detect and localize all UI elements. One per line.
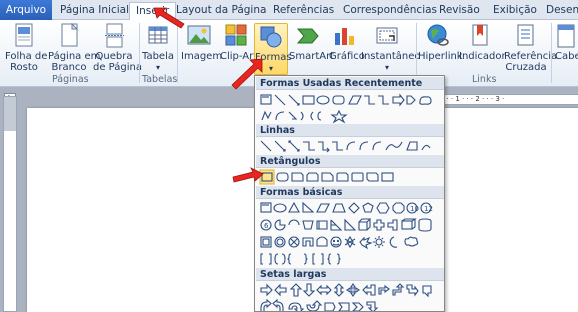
recent-shapes-row-1[interactable]	[259, 92, 443, 108]
smartart-label: SmartArt	[289, 51, 335, 62]
group-label-links: Links	[472, 74, 497, 85]
tab-desenvolvedor[interactable]: Desenv	[546, 2, 578, 20]
pagina-em-branco-button[interactable]: Página em Branco	[48, 23, 101, 73]
red-arrow-inserir-annotation	[153, 7, 185, 29]
hiperlink-button[interactable]: Hiperlink	[418, 23, 463, 62]
block-arrows-icons-2[interactable]	[259, 299, 443, 312]
referencia-cruzada-button[interactable]: Referência Cruzada	[504, 23, 558, 73]
shapes-icon	[260, 26, 282, 48]
basic-shapes-row-4[interactable]	[259, 251, 443, 267]
cabecalho-button[interactable]: Cabe	[555, 23, 578, 62]
basic-shapes-icons-2[interactable]: 6	[259, 217, 443, 233]
section-header-recentes: Formas Usadas Recentemente	[256, 77, 444, 90]
section-header-setas-largas: Setas largas	[256, 268, 444, 281]
horizontal-ruler[interactable]: · · · 1 · · · 2 · · · 3 ·	[442, 94, 578, 105]
header-icon	[557, 24, 575, 48]
lines-row[interactable]	[259, 138, 443, 154]
tab-correspondencias[interactable]: Correspondências	[343, 2, 437, 20]
quebra-de-pagina-label-2: de Página	[93, 62, 142, 73]
red-arrow-formas-annotation	[231, 58, 263, 90]
block-arrows-icons-1[interactable]	[259, 282, 443, 298]
vertical-ruler-margin	[4, 97, 16, 131]
recent-shapes-row-2[interactable]	[259, 108, 443, 124]
tab-revisao[interactable]: Revisão	[439, 2, 480, 20]
recent-shapes-icons[interactable]	[259, 92, 443, 108]
basic-shapes-icons-3[interactable]	[259, 234, 443, 250]
group-divider	[139, 23, 140, 83]
grafico-label: Gráfico	[329, 51, 365, 62]
pagina-em-branco-label-2: Branco	[51, 62, 87, 73]
section-header-retangulos: Retângulos	[256, 155, 444, 168]
basic-shapes-row-2[interactable]: 6	[259, 217, 443, 233]
tabela-dropdown-icon: ▾	[155, 63, 160, 72]
folha-de-rosto-button[interactable]: Folha de Rosto	[5, 23, 48, 73]
ribbon-tab-bar: Arquivo Página Inicial Inserir Layout da…	[0, 0, 578, 21]
cover-page-icon	[15, 23, 33, 47]
svg-text:10: 10	[410, 205, 419, 213]
tab-arquivo[interactable]: Arquivo	[0, 0, 52, 20]
cross-reference-icon	[517, 24, 534, 46]
imagem-label: Imagem	[181, 51, 223, 62]
group-divider	[177, 23, 178, 83]
page-break-icon	[105, 23, 124, 48]
tabela-button[interactable]: Tabela ▾	[142, 23, 174, 73]
recent-shapes-icons-2[interactable]	[259, 108, 443, 124]
block-arrows-row-2[interactable]	[259, 299, 443, 312]
quebra-de-pagina-label-1: Quebra	[95, 51, 133, 62]
instantaneo-label: Instantâneo	[361, 51, 421, 62]
shapes-gallery: Formas Usadas Recentemente Linhas Retâng…	[254, 75, 445, 312]
pagina-em-branco-label-1: Página em	[48, 51, 101, 62]
folha-de-rosto-label-2: Rosto	[10, 62, 38, 73]
section-header-formas-basicas: Formas básicas	[256, 186, 444, 199]
chart-icon	[335, 28, 354, 45]
instantaneo-dropdown-icon: ▾	[384, 63, 389, 72]
smartart-icon	[296, 28, 319, 44]
basic-shapes-icons-4[interactable]	[259, 251, 443, 267]
tab-exibicao[interactable]: Exibição	[493, 2, 537, 20]
basic-shapes-row-1[interactable]: 10 12	[259, 200, 443, 216]
indicador-button[interactable]: Indicador	[459, 23, 506, 62]
hiperlink-label: Hiperlink	[418, 51, 463, 62]
block-arrows-row-1[interactable]	[259, 282, 443, 298]
line-shapes-icons[interactable]	[259, 138, 443, 154]
group-divider	[551, 23, 552, 83]
folha-de-rosto-label-1: Folha de	[5, 51, 48, 62]
tabela-label: Tabela	[142, 51, 174, 62]
rectangles-row[interactable]	[259, 169, 443, 185]
section-header-linhas: Linhas	[256, 124, 444, 137]
quebra-de-pagina-button[interactable]: Quebra de Página	[93, 23, 142, 73]
hyperlink-globe-icon	[427, 24, 449, 46]
group-label-paginas: Páginas	[52, 74, 89, 85]
tab-referencias[interactable]: Referências	[273, 2, 334, 20]
blank-page-icon	[61, 23, 79, 47]
cabecalho-label: Cabe	[555, 51, 578, 62]
instantaneo-button[interactable]: Instantâneo ▾	[361, 23, 421, 73]
tab-pagina-inicial[interactable]: Página Inicial	[60, 2, 129, 20]
svg-text:12: 12	[424, 205, 433, 213]
screenshot-icon	[376, 27, 398, 44]
clip-art-icon	[225, 24, 247, 46]
referencia-cruzada-label-1: Referência	[504, 51, 558, 62]
indicador-label: Indicador	[459, 51, 506, 62]
red-arrow-retangulo-annotation	[232, 167, 264, 183]
group-label-tabelas: Tabelas	[142, 74, 178, 85]
group-divider	[416, 23, 417, 83]
grafico-button[interactable]: Gráfico	[329, 23, 365, 62]
bookmark-icon	[472, 24, 488, 46]
basic-shapes-icons-1[interactable]: 10 12	[259, 200, 443, 216]
basic-shapes-row-3[interactable]	[259, 234, 443, 250]
smartart-button[interactable]: SmartArt	[289, 23, 335, 62]
referencia-cruzada-label-2: Cruzada	[505, 62, 547, 73]
rectangle-shapes-icons[interactable]	[259, 169, 443, 185]
svg-text:6: 6	[264, 222, 269, 230]
